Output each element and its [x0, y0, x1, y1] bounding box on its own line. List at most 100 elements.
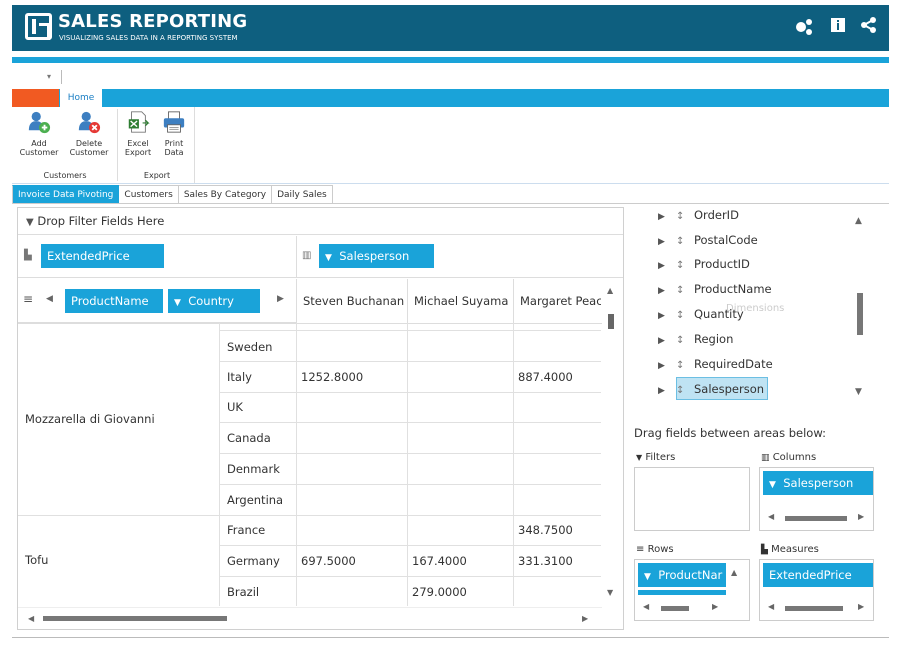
table-row: France 348.7500	[219, 516, 601, 546]
rows-chip-label: ProductNar	[658, 568, 723, 582]
rows-chip-second	[638, 590, 726, 595]
vertical-scroll-thumb[interactable]	[608, 314, 614, 329]
field-item-quantity[interactable]: ▶ ↕ Quantity	[658, 304, 744, 324]
rows-scroll-right-icon[interactable]: ▶	[712, 602, 718, 616]
row-field-chip-country[interactable]: ▼ Country	[168, 289, 260, 313]
info-icon[interactable]	[830, 17, 846, 33]
settings-share-icon[interactable]	[794, 17, 814, 37]
table-row: Brazil 279.0000	[219, 577, 601, 606]
expand-icon[interactable]: ▶	[658, 207, 676, 227]
field-item-requireddate[interactable]: ▶ ↕ RequiredDate	[658, 354, 773, 374]
expand-icon[interactable]: ▶	[658, 232, 676, 252]
ribbon-bottom-border	[12, 183, 889, 184]
row-field-chip-productname[interactable]: ProductName	[65, 289, 163, 313]
document-tabs: Invoice Data Pivoting Customers Sales By…	[12, 185, 333, 204]
column-header[interactable]: Steven Buchanan	[296, 279, 407, 323]
scroll-left-icon[interactable]: ◀	[28, 614, 34, 623]
filters-drop-box[interactable]	[634, 467, 750, 531]
country-chip-label: Country	[188, 294, 234, 308]
delete-customer-button[interactable]: Delete Customer	[66, 109, 112, 157]
scroll-right-icon[interactable]: ▶	[582, 614, 588, 623]
file-tab[interactable]	[12, 89, 59, 107]
field-item-postalcode[interactable]: ▶ ↕ PostalCode	[658, 230, 758, 250]
quick-access-dropdown[interactable]: ▾	[47, 72, 51, 81]
horizontal-scroll-thumb[interactable]	[43, 616, 227, 621]
measures-area-label: ▙ Measures	[761, 544, 819, 555]
measures-scroll-left-icon[interactable]: ◀	[768, 602, 774, 616]
tab-sales-by-category[interactable]: Sales By Category	[178, 185, 273, 204]
value-cell: 697.5000	[301, 554, 356, 568]
field-list-scroll-up-icon[interactable]: ▲	[855, 216, 862, 226]
row-area-menu-icon[interactable]: ≡	[23, 292, 33, 306]
product-label: Tofu	[25, 553, 49, 567]
columns-field-chip[interactable]: ▼ Salesperson	[763, 471, 873, 495]
tab-invoice-data-pivoting[interactable]: Invoice Data Pivoting	[12, 185, 120, 204]
field-item-region[interactable]: ▶ ↕ Region	[658, 329, 733, 349]
data-field-chip[interactable]: ExtendedPrice	[41, 244, 164, 268]
add-customer-label-2: Customer	[19, 148, 59, 157]
rows-field-chip[interactable]: ▼ ProductNar	[638, 563, 726, 587]
window-bottom-border	[12, 637, 889, 638]
field-icon: ↕	[676, 211, 685, 222]
columns-scroll-right-icon[interactable]: ▶	[858, 512, 864, 526]
value-cell: 1252.8000	[301, 370, 364, 384]
expand-icon[interactable]: ▶	[658, 381, 676, 401]
rows-scroll-left-icon[interactable]: ◀	[643, 602, 649, 616]
print-data-label-1: Print	[164, 139, 184, 148]
scroll-down-icon[interactable]: ▼	[607, 588, 613, 597]
field-list-scroll-thumb[interactable]	[857, 293, 863, 335]
table-row: Germany 697.5000 167.4000 331.3100	[219, 546, 601, 577]
field-icon: ↕	[676, 285, 685, 296]
rows-area-label: ≡ Rows	[636, 544, 674, 555]
field-item-salesperson[interactable]: ▶ ↕ Salesperson	[658, 379, 764, 399]
printer-icon	[163, 111, 185, 133]
row-scroll-right-icon[interactable]: ▶	[277, 294, 284, 304]
expand-icon[interactable]: ▶	[658, 281, 676, 301]
columns-chip-label: Salesperson	[783, 476, 854, 490]
field-label: Salesperson	[694, 382, 765, 396]
columns-scroll-thumb[interactable]	[785, 516, 847, 521]
value-cell: 279.0000	[412, 585, 467, 599]
field-label: PostalCode	[694, 233, 758, 247]
field-item-productid[interactable]: ▶ ↕ ProductID	[658, 254, 750, 274]
tab-daily-sales[interactable]: Daily Sales	[272, 185, 333, 204]
field-icon: ↕	[676, 310, 685, 321]
country-chip-filter-icon: ▼	[174, 298, 181, 308]
print-data-button[interactable]: Print Data	[151, 109, 197, 157]
row-scroll-left-icon[interactable]: ◀	[46, 294, 53, 304]
expand-icon[interactable]: ▶	[658, 331, 676, 351]
field-label: Region	[694, 332, 734, 346]
column-header[interactable]: Michael Suyama	[407, 279, 513, 323]
share-icon[interactable]	[860, 16, 878, 34]
rows-scroll-thumb[interactable]	[661, 606, 689, 611]
add-customer-icon	[28, 111, 51, 134]
tab-customers[interactable]: Customers	[119, 185, 179, 204]
field-list-scroll-down-icon[interactable]: ▼	[855, 387, 862, 397]
columns-scroll-left-icon[interactable]: ◀	[768, 512, 774, 526]
expand-icon[interactable]: ▶	[658, 256, 676, 276]
data-area-icon: ▙	[24, 250, 32, 261]
country-cell: Brazil	[227, 585, 260, 599]
product-label: Mozzarella di Giovanni	[25, 412, 155, 426]
tab-home[interactable]: Home	[60, 89, 102, 108]
measures-scroll-right-icon[interactable]: ▶	[858, 602, 864, 616]
measures-label: Measures	[771, 544, 819, 555]
field-item-productname[interactable]: ▶ ↕ ProductName	[658, 279, 772, 299]
add-customer-button[interactable]: Add Customer	[16, 109, 62, 157]
expand-icon[interactable]: ▶	[658, 356, 676, 376]
country-cell: Sweden	[227, 340, 273, 354]
measures-scroll-thumb[interactable]	[785, 606, 843, 611]
field-label: Quantity	[694, 307, 744, 321]
table-row: UK	[219, 393, 601, 423]
field-item-orderid[interactable]: ▶ ↕ OrderID	[658, 205, 739, 225]
column-header[interactable]: Margaret Peac	[513, 279, 601, 323]
filter-drop-area[interactable]: ▼ Drop Filter Fields Here	[18, 208, 623, 235]
column-field-chip[interactable]: ▼ Salesperson	[319, 244, 434, 268]
rows-scroll-up-icon[interactable]: ▲	[731, 568, 737, 582]
ribbon-group-separator	[117, 109, 118, 181]
delete-customer-label-1: Delete	[75, 139, 103, 148]
field-label: ProductName	[694, 282, 772, 296]
expand-icon[interactable]: ▶	[658, 306, 676, 326]
measures-field-chip[interactable]: ExtendedPrice	[763, 563, 873, 587]
scroll-up-icon[interactable]: ▲	[607, 286, 613, 295]
